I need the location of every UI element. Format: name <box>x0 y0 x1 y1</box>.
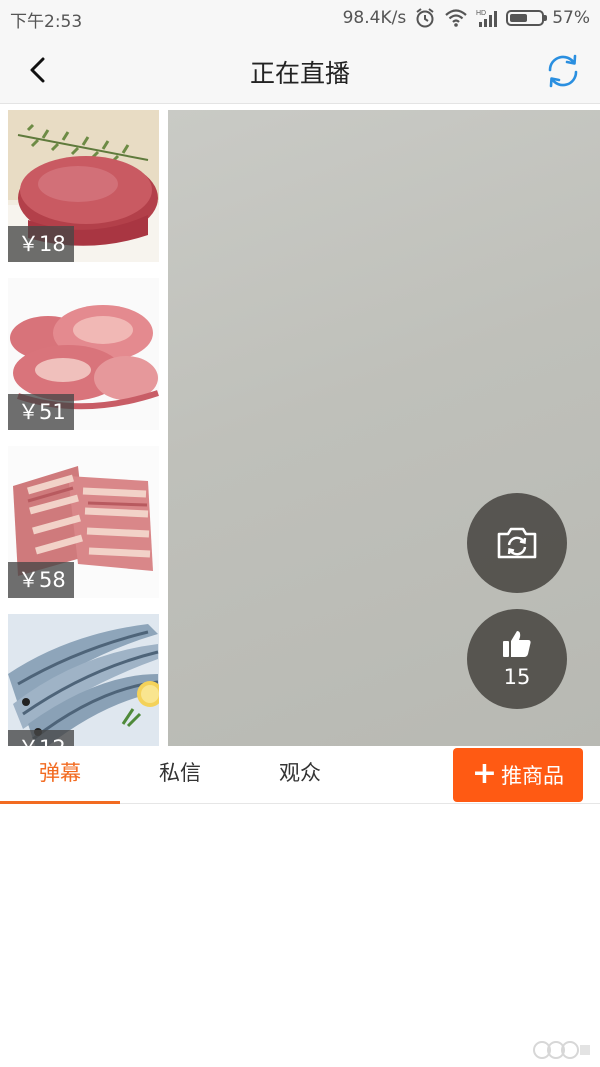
product-item-pork-steak[interactable]: ￥18 <box>8 110 159 262</box>
product-item-mackerel[interactable]: ￥12 <box>8 614 159 746</box>
status-time: 下午2:53 <box>10 12 83 32</box>
alarm-icon <box>416 8 434 28</box>
like-button[interactable]: 15 <box>467 609 567 709</box>
refresh-icon[interactable] <box>542 50 584 92</box>
tab-audience[interactable]: 观众 <box>240 746 360 804</box>
nav-bar: 正在直播 <box>0 36 600 104</box>
signal-icon: HD <box>476 10 498 27</box>
mackerel-image <box>8 614 159 746</box>
thumbs-up-icon <box>503 631 531 657</box>
price-tag: ￥18 <box>8 226 74 262</box>
chat-area <box>0 805 600 1067</box>
price-tag: ￥58 <box>8 562 74 598</box>
product-item-pork-chops[interactable]: ￥51 <box>8 278 159 430</box>
svg-text:HD: HD <box>476 10 486 17</box>
battery-percent: 57% <box>552 8 590 28</box>
push-product-label: 推商品 <box>501 764 565 788</box>
product-list[interactable]: ￥18 ￥51 ￥58 <box>8 110 159 746</box>
wifi-icon <box>445 9 467 27</box>
product-item-pork-ribs[interactable]: ￥58 <box>8 446 159 598</box>
price-tag: ￥12 <box>8 730 74 746</box>
plus-icon: + <box>471 755 498 791</box>
tab-private-message[interactable]: 私信 <box>120 746 240 804</box>
watermark-logo <box>533 1041 590 1059</box>
status-bar: 下午2:53 98.4K/s HD 57% <box>0 0 600 36</box>
tab-bar: 弹幕 私信 观众 + 推商品 <box>0 746 600 804</box>
network-speed: 98.4K/s <box>342 8 407 28</box>
page-title: 正在直播 <box>249 59 350 88</box>
camera-switch-icon <box>497 527 537 559</box>
battery-icon <box>506 10 548 26</box>
push-product-button[interactable]: + 推商品 <box>453 748 583 802</box>
price-tag: ￥51 <box>8 394 74 430</box>
status-indicators: 98.4K/s HD 57% <box>343 7 590 29</box>
tab-danmaku[interactable]: 弹幕 <box>0 746 120 804</box>
like-count: 15 <box>503 665 531 689</box>
switch-camera-button[interactable] <box>467 493 567 593</box>
